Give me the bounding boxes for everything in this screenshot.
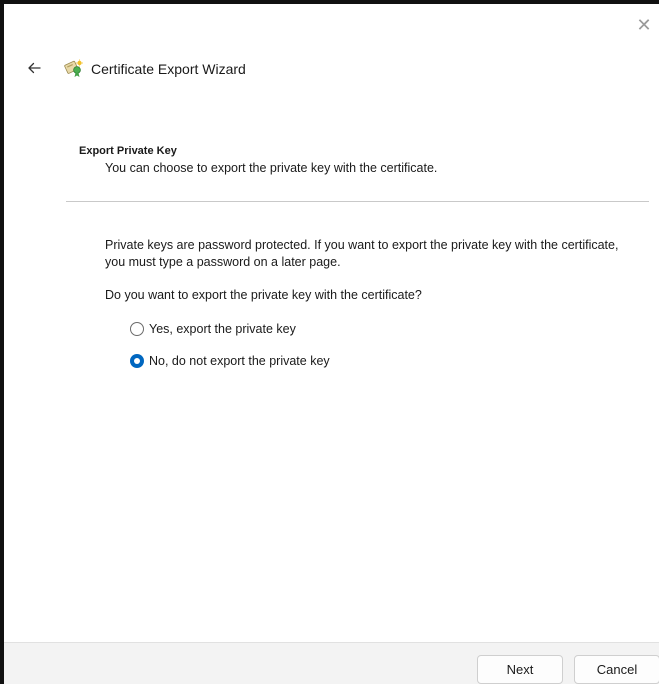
radio-option-no[interactable]: No, do not export the private key (130, 354, 330, 368)
wizard-footer: Next Cancel (4, 642, 659, 684)
radio-option-yes[interactable]: Yes, export the private key (130, 322, 296, 336)
close-icon: ✕ (636, 15, 652, 35)
window-title: Certificate Export Wizard (91, 61, 246, 77)
radio-checked-icon[interactable] (130, 354, 144, 368)
close-button[interactable]: ✕ (635, 16, 653, 34)
export-question: Do you want to export the private key wi… (105, 288, 422, 302)
radio-label-no: No, do not export the private key (149, 354, 330, 368)
back-arrow-icon (28, 62, 41, 74)
radio-label-yes: Yes, export the private key (149, 322, 296, 336)
certificate-export-wizard-window: ✕ Certificate Export Wizard Export Priva… (0, 0, 659, 684)
back-button[interactable] (26, 60, 42, 76)
section-subheading: You can choose to export the private key… (105, 161, 438, 175)
radio-unchecked-icon[interactable] (130, 322, 144, 336)
cancel-button[interactable]: Cancel (574, 655, 659, 684)
next-button[interactable]: Next (477, 655, 563, 684)
section-heading: Export Private Key (79, 145, 177, 157)
certificate-wizard-icon (64, 59, 83, 77)
description-text: Private keys are password protected. If … (105, 238, 619, 269)
header-divider (66, 201, 649, 202)
